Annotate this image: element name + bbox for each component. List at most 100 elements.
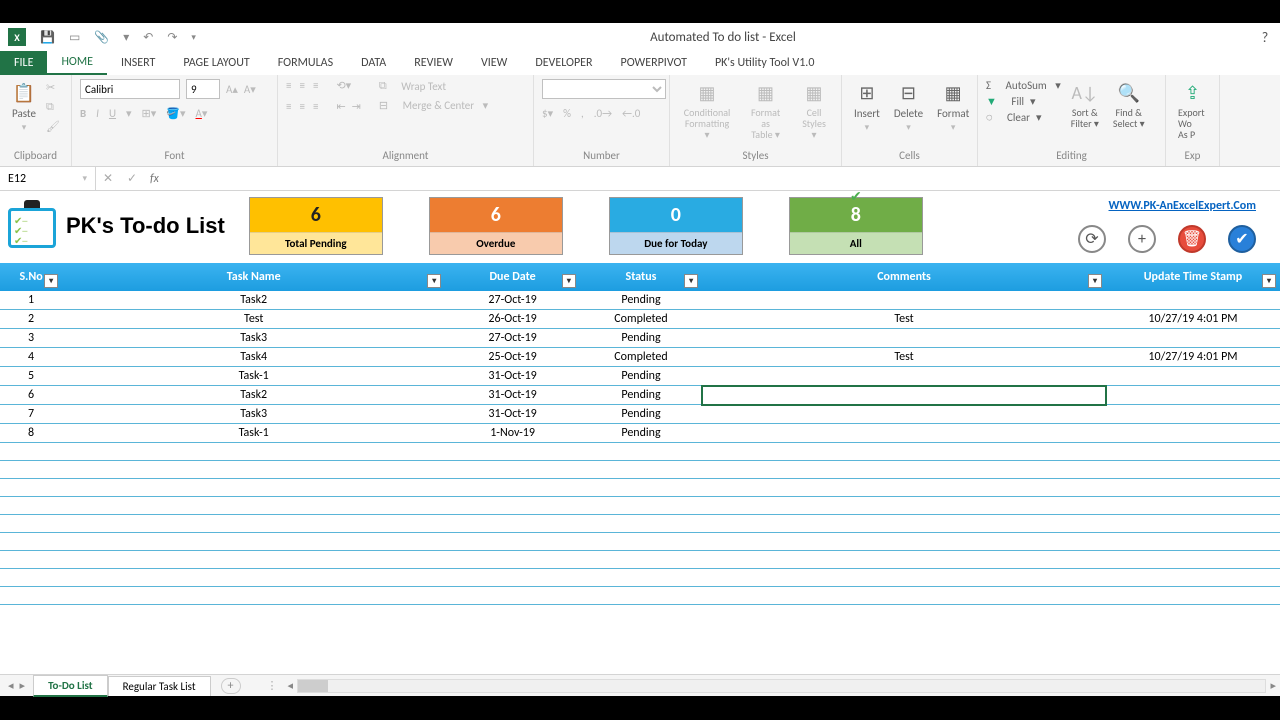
orientation-icon[interactable]: ⟲▾: [336, 79, 351, 92]
border-icon[interactable]: ⊞▾: [142, 107, 157, 120]
delete-button[interactable]: 🗑: [1178, 225, 1206, 253]
underline-button[interactable]: U: [109, 107, 116, 120]
undo-icon[interactable]: ↶: [143, 30, 153, 45]
bold-button[interactable]: B: [80, 107, 86, 120]
table-row[interactable]: [0, 479, 1280, 497]
sheet-nav-first-icon[interactable]: ◂: [8, 679, 14, 692]
table-row[interactable]: [0, 587, 1280, 605]
cell[interactable]: Task4: [62, 348, 445, 367]
fx-icon[interactable]: fx: [144, 172, 165, 186]
cell[interactable]: Task2: [62, 291, 445, 310]
table-row[interactable]: [0, 515, 1280, 533]
grow-font-icon[interactable]: A▴: [226, 83, 238, 96]
refresh-button[interactable]: ⟳: [1078, 225, 1106, 253]
fontcolor-icon[interactable]: A▾: [196, 107, 208, 120]
cell[interactable]: [1106, 405, 1280, 424]
cell[interactable]: 3: [0, 329, 62, 348]
tab-review[interactable]: REVIEW: [400, 51, 467, 75]
number-format-select[interactable]: [542, 79, 666, 99]
comma-icon[interactable]: ,: [581, 107, 584, 120]
col-timestamp[interactable]: Update Time Stamp▾: [1106, 263, 1280, 291]
col-sno[interactable]: S.No▾: [0, 263, 62, 291]
table-row[interactable]: 5Task-131-Oct-19Pending: [0, 367, 1280, 386]
cell[interactable]: 25-Oct-19: [445, 348, 580, 367]
cell[interactable]: 1-Nov-19: [445, 424, 580, 443]
worksheet[interactable]: ✔─✔─✔─ PK's To-do List 6 Total Pending 6…: [0, 191, 1280, 674]
filter-icon[interactable]: ▾: [44, 274, 58, 288]
cell[interactable]: Pending: [580, 367, 702, 386]
currency-icon[interactable]: $▾: [542, 107, 553, 120]
table-row[interactable]: 1Task227-Oct-19Pending: [0, 291, 1280, 310]
cell[interactable]: 31-Oct-19: [445, 386, 580, 405]
tab-pagelayout[interactable]: PAGE LAYOUT: [169, 51, 263, 75]
cell[interactable]: Test: [702, 310, 1106, 329]
cell[interactable]: Pending: [580, 329, 702, 348]
table-row[interactable]: 2Test26-Oct-19CompletedTest10/27/19 4:01…: [0, 310, 1280, 329]
cell[interactable]: 8: [0, 424, 62, 443]
table-row[interactable]: [0, 497, 1280, 515]
cell[interactable]: [1106, 424, 1280, 443]
indent-dec-icon[interactable]: ⇤: [336, 100, 345, 113]
add-button[interactable]: +: [1128, 225, 1156, 253]
cell[interactable]: [702, 291, 1106, 310]
cell[interactable]: [1106, 291, 1280, 310]
cell[interactable]: Test: [702, 348, 1106, 367]
cell[interactable]: Pending: [580, 291, 702, 310]
cell[interactable]: 4: [0, 348, 62, 367]
cell[interactable]: 27-Oct-19: [445, 329, 580, 348]
align-left-icon[interactable]: ≡: [286, 100, 291, 113]
cell[interactable]: Task3: [62, 405, 445, 424]
cell[interactable]: Completed: [580, 348, 702, 367]
cell[interactable]: Task-1: [62, 367, 445, 386]
table-row[interactable]: 6Task231-Oct-19Pending: [0, 386, 1280, 405]
cell[interactable]: Task3: [62, 329, 445, 348]
cell[interactable]: [1106, 386, 1280, 405]
cell[interactable]: Task-1: [62, 424, 445, 443]
cell[interactable]: 10/27/19 4:01 PM: [1106, 310, 1280, 329]
paste-button[interactable]: 📋 Paste ▾: [8, 79, 40, 135]
format-button[interactable]: ▦Format▾: [933, 79, 973, 135]
cell[interactable]: Task2: [62, 386, 445, 405]
italic-button[interactable]: I: [96, 107, 99, 120]
filter-icon[interactable]: ▾: [1088, 274, 1102, 288]
cell[interactable]: 7: [0, 405, 62, 424]
copy-icon[interactable]: ⧉: [46, 100, 60, 114]
tab-view[interactable]: VIEW: [467, 51, 521, 75]
cell[interactable]: 27-Oct-19: [445, 291, 580, 310]
qat-icon[interactable]: 📎: [94, 30, 109, 45]
font-name-select[interactable]: [80, 79, 180, 99]
formatpainter-icon[interactable]: 🖌: [46, 120, 60, 133]
cell[interactable]: [702, 424, 1106, 443]
wrap-text-button[interactable]: ⧉ Wrap Text: [379, 79, 488, 93]
table-row[interactable]: 7Task331-Oct-19Pending: [0, 405, 1280, 424]
fill-button[interactable]: ▼ Fill▾: [986, 95, 1061, 108]
align-top-icon[interactable]: ≡: [286, 79, 291, 92]
table-row[interactable]: 3Task327-Oct-19Pending: [0, 329, 1280, 348]
cell[interactable]: Test: [62, 310, 445, 329]
col-task[interactable]: Task Name▾: [62, 263, 445, 291]
tab-pkutility[interactable]: PK's Utility Tool V1.0: [701, 51, 828, 75]
shrink-font-icon[interactable]: A▾: [244, 83, 256, 96]
cell[interactable]: Pending: [580, 424, 702, 443]
table-row[interactable]: 4Task425-Oct-19CompletedTest10/27/19 4:0…: [0, 348, 1280, 367]
cell[interactable]: 10/27/19 4:01 PM: [1106, 348, 1280, 367]
horizontal-scrollbar[interactable]: ⋮ ◂ ▸: [261, 679, 1280, 693]
qat-icon[interactable]: ▭: [69, 30, 80, 45]
add-sheet-button[interactable]: +: [221, 678, 241, 694]
redo-icon[interactable]: ↷: [167, 30, 177, 45]
cell-styles-button[interactable]: ▦CellStyles ▾: [795, 79, 833, 142]
insert-button[interactable]: ⊞Insert▾: [850, 79, 884, 135]
merge-center-button[interactable]: ⊟ Merge & Center ▾: [379, 99, 488, 112]
tab-formulas[interactable]: FORMULAS: [264, 51, 347, 75]
tab-insert[interactable]: INSERT: [107, 51, 169, 75]
enter-formula-icon[interactable]: ✓: [120, 171, 144, 186]
tab-home[interactable]: HOME: [47, 51, 107, 75]
cell[interactable]: 5: [0, 367, 62, 386]
cell[interactable]: [702, 329, 1106, 348]
cell[interactable]: Pending: [580, 405, 702, 424]
cell[interactable]: [1106, 329, 1280, 348]
col-status[interactable]: Status▾: [580, 263, 702, 291]
indent-inc-icon[interactable]: ⇥: [352, 100, 361, 113]
cut-icon[interactable]: ✂: [46, 81, 60, 94]
find-select-button[interactable]: 🔍Find &Select ▾: [1109, 79, 1149, 131]
